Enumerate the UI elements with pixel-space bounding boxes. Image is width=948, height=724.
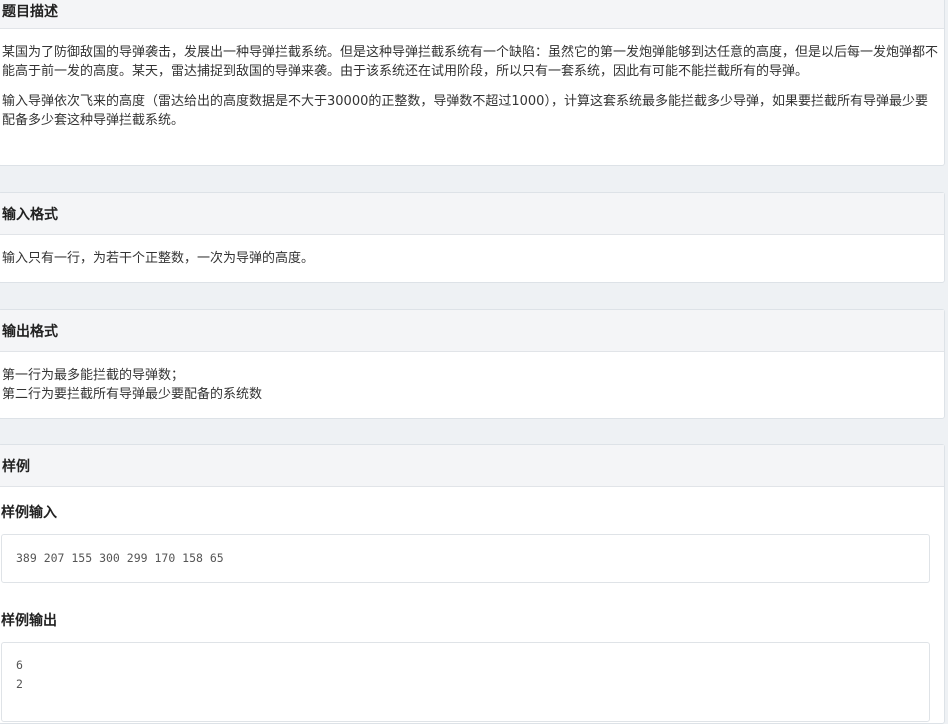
output-format-line-1: 第一行为最多能拦截的导弹数； (2, 368, 185, 383)
input-format-title: 输入格式 (2, 206, 58, 223)
input-format-text: 输入只有一行，为若干个正整数，一次为导弹的高度。 (2, 251, 315, 266)
output-format-line-2: 第二行为要拦截所有导弹最少要配备的系统数 (2, 387, 263, 402)
description-title: 题目描述 (2, 3, 58, 20)
description-body: 某国为了防御敌国的导弹袭击，发展出一种导弹拦截系统。但是这种导弹拦截系统有一个缺… (0, 29, 944, 130)
input-format-body: 输入只有一行，为若干个正整数，一次为导弹的高度。 (0, 235, 944, 268)
output-format-card: 输出格式 第一行为最多能拦截的导弹数； 第二行为要拦截所有导弹最少要配备的系统数 (0, 309, 945, 419)
sample-input-line: 389 207 155 300 299 170 158 65 (16, 551, 224, 565)
description-paragraph-1: 某国为了防御敌国的导弹袭击，发展出一种导弹拦截系统。但是这种导弹拦截系统有一个缺… (2, 45, 939, 79)
sample-output-line-2: 2 (16, 677, 23, 691)
sample-output-title: 样例输出 (1, 613, 57, 629)
output-format-header: 输出格式 (0, 310, 944, 352)
output-format-body: 第一行为最多能拦截的导弹数； 第二行为要拦截所有导弹最少要配备的系统数 (0, 352, 944, 404)
description-paragraph-2: 输入导弹依次飞来的高度（雷达给出的高度数据是不大于30000的正整数，导弹数不超… (2, 94, 928, 128)
sample-output-line-1: 6 (16, 658, 23, 672)
sample-output-box[interactable]: 6 2 (1, 642, 930, 722)
input-format-header: 输入格式 (0, 193, 944, 235)
sample-title: 样例 (2, 458, 30, 475)
sample-card: 样例 样例输入 389 207 155 300 299 170 158 65 样… (0, 444, 945, 724)
input-format-card: 输入格式 输入只有一行，为若干个正整数，一次为导弹的高度。 (0, 192, 945, 283)
output-format-title: 输出格式 (2, 323, 58, 340)
sample-input-title: 样例输入 (1, 505, 57, 521)
sample-header: 样例 (0, 445, 944, 487)
description-header: 题目描述 (0, 0, 944, 29)
description-card: 题目描述 某国为了防御敌国的导弹袭击，发展出一种导弹拦截系统。但是这种导弹拦截系… (0, 0, 945, 166)
sample-input-box[interactable]: 389 207 155 300 299 170 158 65 (1, 534, 930, 583)
